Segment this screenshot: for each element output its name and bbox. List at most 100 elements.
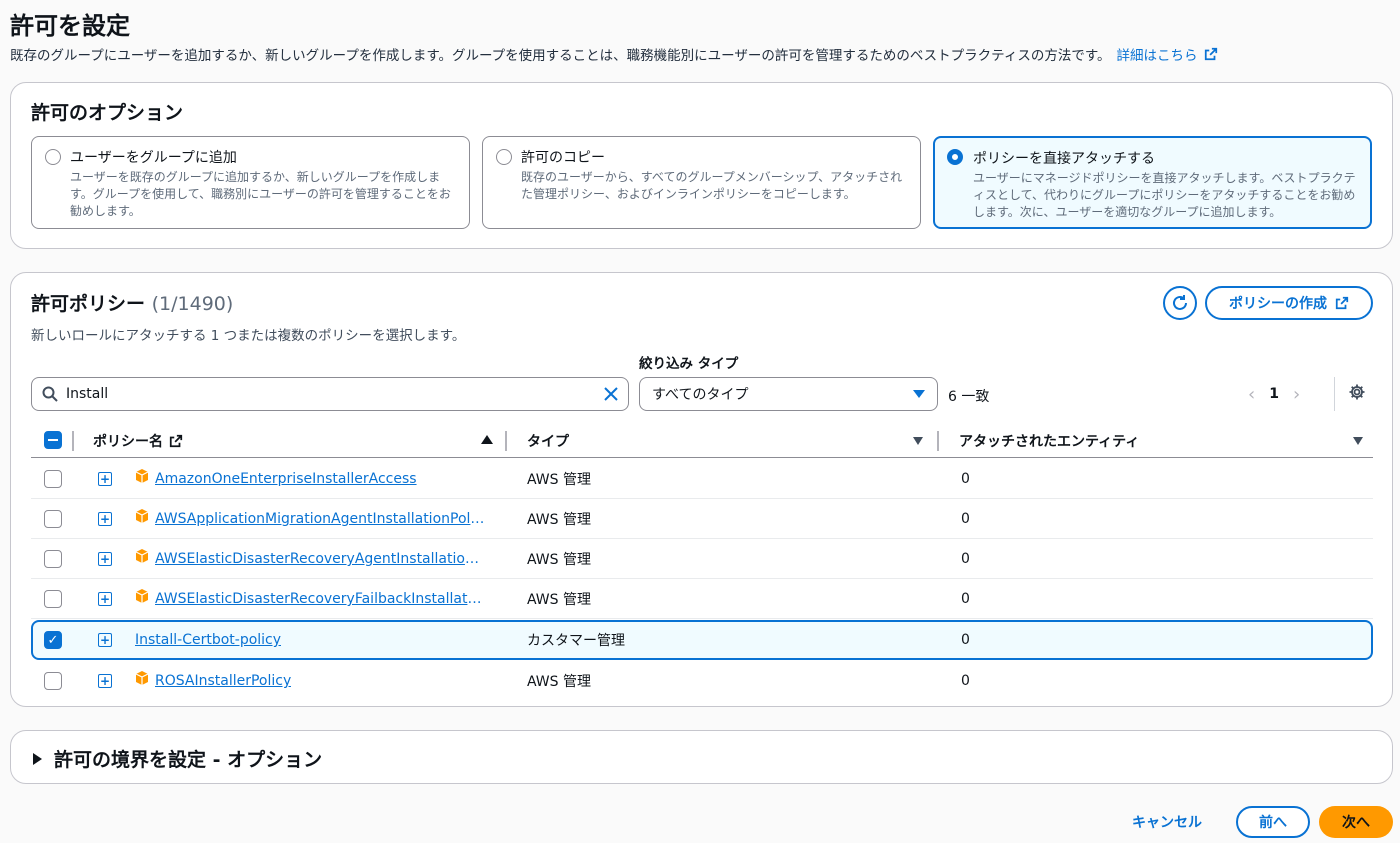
attached-entities-count: 0 [961, 632, 970, 648]
policy-type: AWS 管理 [527, 674, 591, 690]
attached-entities-count: 0 [961, 591, 970, 607]
select-all-checkbox[interactable] [44, 431, 62, 449]
option-add-to-group[interactable]: ユーザーをグループに追加 ユーザーを既存のグループに追加するか、新しいグループを… [31, 136, 470, 229]
policy-name-link[interactable]: AWSElasticDisasterRecoveryFailbackInstal… [155, 591, 485, 607]
policy-type: AWS 管理 [527, 552, 591, 568]
row-checkbox[interactable] [44, 590, 62, 608]
attached-entities-count: 0 [961, 511, 970, 527]
expand-icon[interactable]: + [98, 512, 112, 526]
filter-type-value: すべてのタイプ [652, 387, 749, 403]
table-row[interactable]: + AmazonOneEnterpriseInstallerAccess AWS… [31, 459, 1373, 499]
expand-icon[interactable]: + [98, 633, 112, 647]
policy-type: AWS 管理 [527, 472, 591, 488]
external-link-icon [1335, 296, 1349, 310]
expand-icon[interactable]: + [98, 592, 112, 606]
option-description: ユーザーを既存のグループに追加するか、新しいグループを作成します。グループを使用… [70, 170, 451, 218]
option-label: 許可のコピー [521, 150, 605, 166]
table-row[interactable]: + AWSApplicationMigrationAgentInstallati… [31, 499, 1373, 539]
expand-icon[interactable]: + [98, 472, 112, 486]
row-checkbox[interactable] [44, 672, 62, 690]
page-number[interactable]: 1 [1269, 386, 1279, 402]
column-separator [937, 431, 939, 451]
aws-managed-icon [135, 589, 149, 603]
table-header: ポリシー名 タイプ アタッチされたエンティティ [31, 423, 1373, 458]
caret-right-icon [33, 752, 42, 765]
policy-name-link[interactable]: ROSAInstallerPolicy [155, 673, 291, 689]
radio-button[interactable] [496, 149, 512, 165]
column-separator [505, 431, 507, 451]
policy-name-link[interactable]: AWSElasticDisasterRecoveryAgentInstallat… [155, 551, 485, 567]
policies-count: (1/1490) [151, 293, 234, 315]
create-policy-button[interactable]: ポリシーの作成 [1205, 286, 1373, 320]
row-checkbox-checked[interactable]: ✓ [44, 631, 62, 649]
permission-options-panel: 許可のオプション ユーザーをグループに追加 ユーザーを既存のグループに追加するか… [10, 82, 1393, 249]
policies-header: 許可ポリシー (1/1490) [31, 289, 233, 316]
option-label: ポリシーを直接アタッチする [973, 151, 1155, 167]
clear-icon[interactable] [604, 387, 618, 401]
policies-title: 許可ポリシー [31, 293, 146, 315]
page-title: 許可を設定 [10, 12, 130, 40]
attached-entities-count: 0 [961, 471, 970, 487]
divider [1334, 377, 1335, 411]
filter-type-select[interactable]: すべてのタイプ [639, 377, 938, 411]
column-label: アタッチされたエンティティ [959, 433, 1140, 450]
attached-entities-count: 0 [961, 551, 970, 567]
column-header-type[interactable]: タイプ [527, 423, 569, 458]
refresh-button[interactable] [1163, 286, 1197, 320]
policy-type: カスタマー管理 [527, 633, 625, 649]
cancel-button[interactable]: キャンセル [1122, 806, 1212, 838]
row-checkbox[interactable] [44, 470, 62, 488]
option-copy-permissions[interactable]: 許可のコピー 既存のユーザーから、すべてのグループメンバーシップ、アタッチされた… [482, 136, 921, 229]
option-attach-policies-directly[interactable]: ポリシーを直接アタッチする ユーザーにマネージドポリシーを直接アタッチします。ベ… [933, 136, 1372, 229]
table-row[interactable]: + AWSElasticDisasterRecoveryFailbackInst… [31, 579, 1373, 619]
permissions-boundary-panel[interactable]: 許可の境界を設定 - オプション [10, 730, 1393, 784]
table-row[interactable]: + ROSAInstallerPolicy AWS 管理 0 [31, 661, 1373, 701]
policy-search-field[interactable] [31, 377, 629, 411]
radio-button[interactable] [45, 149, 61, 165]
learn-more-link[interactable]: 詳細はこちら [1117, 44, 1198, 64]
aws-managed-icon [135, 671, 149, 685]
column-header-attached-entities[interactable]: アタッチされたエンティティ [959, 423, 1139, 458]
aws-managed-icon [135, 469, 149, 483]
policy-name-link[interactable]: Install-Certbot-policy [135, 632, 281, 648]
column-label: タイプ [527, 433, 569, 450]
permissions-boundary-title: 許可の境界を設定 - オプション [54, 749, 323, 771]
next-page-icon[interactable]: › [1293, 384, 1300, 405]
permission-options-title: 許可のオプション [31, 102, 184, 124]
page-description: 既存のグループにユーザーを追加するか、新しいグループを作成します。グループを使用… [10, 44, 1218, 64]
table-row[interactable]: + AWSElasticDisasterRecoveryAgentInstall… [31, 539, 1373, 579]
table-row-selected[interactable]: ✓ + Install-Certbot-policy カスタマー管理 0 [31, 620, 1373, 660]
search-input[interactable] [66, 386, 604, 402]
radio-button-selected[interactable] [947, 149, 963, 165]
permission-policies-panel: 許可ポリシー (1/1490) 新しいロールにアタッチする 1 つまたは複数のポ… [10, 272, 1393, 707]
column-header-policy-name[interactable]: ポリシー名 [93, 423, 183, 458]
gear-icon[interactable] [1348, 383, 1366, 401]
policy-name-link[interactable]: AWSApplicationMigrationAgentInstallation… [155, 511, 485, 527]
policy-name-link[interactable]: AmazonOneEnterpriseInstallerAccess [155, 471, 417, 487]
match-count: 6 一致 [948, 389, 990, 405]
policy-type: AWS 管理 [527, 512, 591, 528]
permissions-boundary-toggle[interactable]: 許可の境界を設定 - オプション [33, 745, 322, 772]
create-policy-label: ポリシーの作成 [1229, 296, 1327, 312]
expand-icon[interactable]: + [98, 674, 112, 688]
aws-managed-icon [135, 549, 149, 563]
sort-icon[interactable] [1353, 437, 1363, 445]
row-checkbox[interactable] [44, 550, 62, 568]
option-description: ユーザーにマネージドポリシーを直接アタッチします。ベストプラクティスとして、代わ… [973, 171, 1356, 219]
column-label: ポリシー名 [93, 433, 163, 450]
previous-page-icon[interactable]: ‹ [1248, 384, 1255, 405]
column-separator [72, 431, 74, 451]
sort-ascending-icon[interactable] [481, 435, 493, 444]
aws-managed-icon [135, 509, 149, 523]
option-description: 既存のユーザーから、すべてのグループメンバーシップ、アタッチされた管理ポリシー、… [521, 170, 903, 201]
sort-icon[interactable] [913, 437, 923, 445]
option-label: ユーザーをグループに追加 [70, 150, 237, 166]
external-link-icon[interactable] [1204, 47, 1218, 61]
refresh-icon [1173, 295, 1187, 310]
previous-button[interactable]: 前へ [1236, 806, 1310, 838]
row-checkbox[interactable] [44, 510, 62, 528]
expand-icon[interactable]: + [98, 552, 112, 566]
filter-type-label: 絞り込み タイプ [639, 356, 739, 372]
search-icon [42, 386, 58, 402]
next-button[interactable]: 次へ [1319, 806, 1393, 838]
